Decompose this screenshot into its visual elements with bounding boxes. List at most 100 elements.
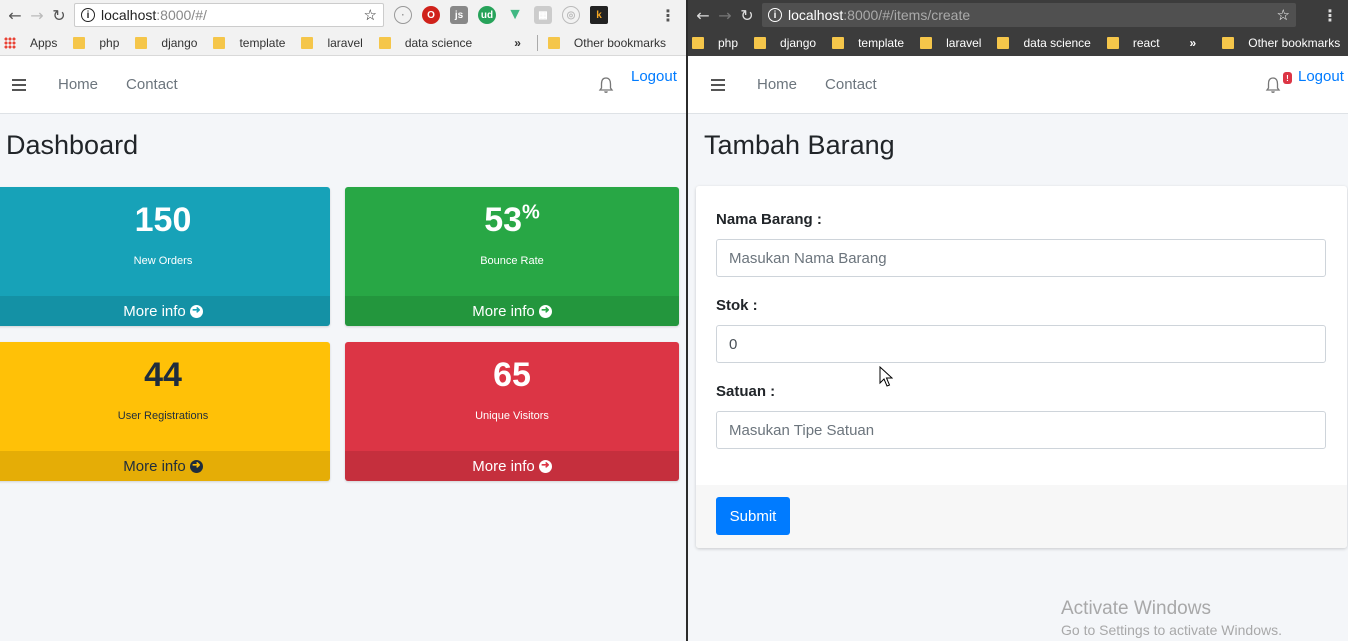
opera-extension-icon[interactable]: O	[422, 6, 440, 24]
folder-icon	[754, 37, 767, 49]
hamburger-menu-icon[interactable]	[12, 78, 26, 91]
bookmark-laravel[interactable]: laravel	[301, 36, 363, 50]
bookmark-star-icon[interactable]: ☆	[1277, 6, 1290, 24]
page-title: Dashboard	[6, 130, 139, 160]
address-bar[interactable]: i localhost:8000/#/items/create ☆	[762, 3, 1296, 27]
bell-icon[interactable]	[598, 76, 614, 94]
extension-ud-icon[interactable]: ud	[478, 6, 496, 24]
url-host: localhost	[788, 7, 844, 23]
back-button[interactable]: ←	[692, 4, 714, 26]
back-button[interactable]: ←	[4, 4, 26, 26]
satuan-label: Satuan :	[716, 383, 776, 400]
watermark-title: Activate Windows	[1061, 598, 1211, 619]
folder-icon	[1106, 37, 1119, 49]
nav-link-home[interactable]: Home	[58, 76, 98, 93]
apps-grid-icon	[4, 36, 16, 49]
address-bar[interactable]: i localhost:8000/#/ ☆	[74, 3, 384, 27]
extension-k-icon[interactable]: k	[590, 6, 608, 24]
reload-button[interactable]: ↻	[48, 4, 70, 26]
bookmark-data-science[interactable]: data science	[997, 36, 1091, 50]
more-info-link[interactable]: More info ➜	[345, 451, 679, 481]
mouse-cursor-icon	[879, 366, 893, 387]
stat-box-user-registrations: 44 User Registrations More info ➜	[0, 342, 330, 481]
stat-label: Unique Visitors	[475, 410, 549, 422]
bookmarks-overflow-button[interactable]: »	[514, 36, 521, 50]
stat-value: 65	[493, 356, 531, 394]
bookmark-other[interactable]: Other bookmarks	[1222, 36, 1340, 50]
arrow-circle-right-icon: ➜	[189, 304, 203, 318]
arrow-circle-right-icon: ➜	[538, 459, 552, 473]
nama-barang-input[interactable]	[716, 239, 1326, 277]
stat-box-bounce-rate: 53% Bounce Rate More info ➜	[345, 187, 679, 326]
arrow-circle-right-icon: ➜	[189, 459, 203, 473]
bookmark-data-science[interactable]: data science	[378, 36, 472, 50]
extension-js-icon[interactable]: js	[450, 6, 468, 24]
left-browser-window: ← → ↻ i localhost:8000/#/ ☆ · O js ud ▼ …	[0, 0, 686, 641]
reload-button[interactable]: ↻	[736, 4, 758, 26]
folder-icon	[832, 37, 845, 49]
logout-link[interactable]: Logout	[631, 68, 677, 85]
url-path: :8000/#/items/create	[843, 7, 971, 23]
stok-label: Stok :	[716, 297, 758, 314]
bookmark-laravel[interactable]: laravel	[920, 36, 981, 50]
bookmark-django[interactable]: django	[135, 36, 197, 50]
bookmark-template[interactable]: template	[213, 36, 285, 50]
submit-button[interactable]: Submit	[716, 497, 790, 535]
browser-toolbar: ← → ↻ i localhost:8000/#/ ☆ · O js ud ▼ …	[0, 0, 686, 30]
vue-devtools-icon[interactable]: ▼	[506, 6, 524, 24]
nav-link-home[interactable]: Home	[757, 76, 797, 93]
bookmark-star-icon[interactable]: ☆	[364, 6, 377, 24]
bookmarks-overflow-button[interactable]: »	[1190, 36, 1197, 50]
bell-icon[interactable]	[1265, 76, 1281, 94]
folder-icon	[997, 37, 1010, 49]
logout-link[interactable]: Logout	[1298, 68, 1344, 85]
notification-badge: !	[1283, 72, 1292, 84]
forward-button[interactable]: →	[714, 4, 736, 26]
browser-menu-icon[interactable]: ⋮	[660, 6, 682, 25]
url-host: localhost	[101, 7, 157, 23]
folder-icon	[135, 36, 148, 49]
hamburger-menu-icon[interactable]	[711, 78, 725, 91]
folder-icon	[301, 36, 314, 49]
bookmark-other[interactable]: Other bookmarks	[547, 36, 666, 50]
bookmark-react[interactable]: react	[1106, 36, 1160, 50]
more-info-link[interactable]: More info ➜	[345, 296, 679, 326]
bookmark-php[interactable]: php	[692, 36, 738, 50]
bookmark-php[interactable]: php	[73, 36, 119, 50]
bookmark-django[interactable]: django	[754, 36, 816, 50]
nav-link-contact[interactable]: Contact	[825, 76, 877, 93]
satuan-input[interactable]	[716, 411, 1326, 449]
add-item-form-card: Nama Barang : Stok : Satuan : Submit	[696, 186, 1347, 548]
stat-box-new-orders: 150 New Orders More info ➜	[0, 187, 330, 326]
stat-label: New Orders	[133, 255, 193, 267]
app-navbar: Home Contact ! Logout	[688, 56, 1348, 114]
stok-input[interactable]	[716, 325, 1326, 363]
more-info-link[interactable]: More info ➜	[0, 451, 330, 481]
folder-icon	[378, 36, 391, 49]
folder-icon	[547, 36, 560, 49]
stat-box-unique-visitors: 65 Unique Visitors More info ➜	[345, 342, 679, 481]
more-info-link[interactable]: More info ➜	[0, 296, 330, 326]
site-info-icon[interactable]: i	[81, 8, 95, 22]
folder-icon	[920, 37, 933, 49]
site-info-icon[interactable]: i	[768, 8, 782, 22]
card-footer: Submit	[696, 485, 1347, 548]
extension-circle-icon[interactable]: ·	[394, 6, 412, 24]
stat-value: 44	[144, 356, 182, 394]
nav-link-contact[interactable]: Contact	[126, 76, 178, 93]
watermark-subtitle: Go to Settings to activate Windows.	[1061, 622, 1282, 638]
extension-grid-icon[interactable]: ▦	[534, 6, 552, 24]
folder-icon	[692, 37, 704, 49]
arrow-circle-right-icon: ➜	[538, 304, 552, 318]
browser-menu-icon[interactable]: ⋮	[1322, 6, 1344, 25]
bookmark-apps[interactable]: Apps	[4, 36, 57, 50]
stat-label: Bounce Rate	[480, 255, 544, 267]
stat-value: 150	[134, 201, 192, 239]
right-browser-window: ← → ↻ i localhost:8000/#/items/create ☆ …	[688, 0, 1348, 641]
folder-icon	[1222, 37, 1235, 49]
forward-button[interactable]: →	[26, 4, 48, 26]
nama-barang-label: Nama Barang :	[716, 211, 822, 228]
extension-target-icon[interactable]: ◎	[562, 6, 580, 24]
bookmark-template[interactable]: template	[832, 36, 904, 50]
bookmarks-separator	[536, 34, 538, 51]
